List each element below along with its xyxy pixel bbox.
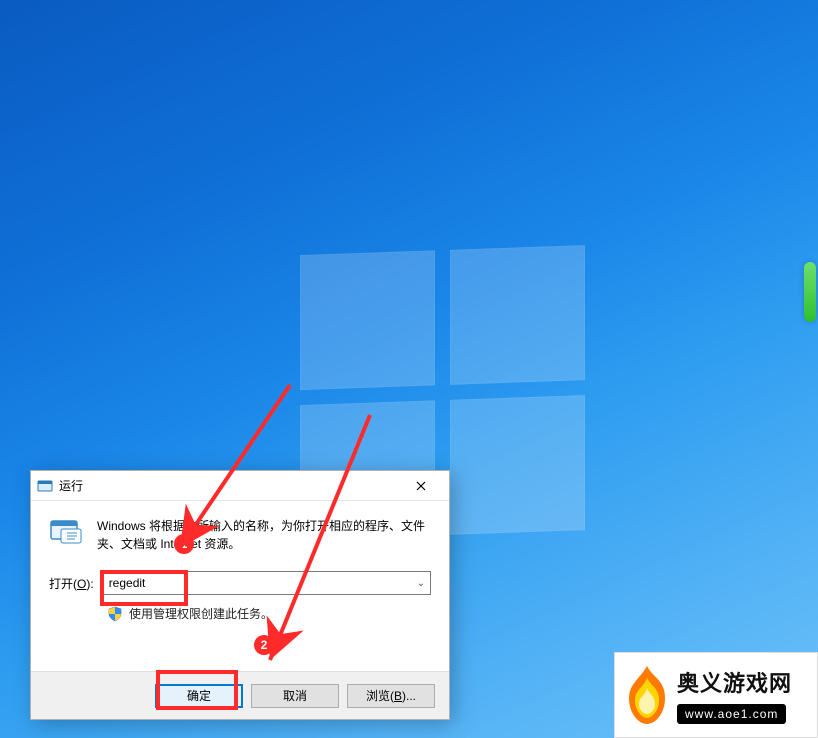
watermark-site-name: 奥义游戏网 [677,666,792,698]
chevron-down-icon[interactable]: ⌄ [412,578,430,589]
run-dialog-icon [37,478,53,494]
volume-indicator [804,262,816,322]
dialog-description: Windows 将根据你所输入的名称，为你打开相应的程序、文件夹、文档或 Int… [97,517,431,553]
windows-desktop: 运行 Windows 将根据你所输入的名称，为你打开相应的程序、文件夹、文档或 [0,0,818,738]
cancel-button[interactable]: 取消 [251,684,339,708]
open-combobox[interactable]: ⌄ [102,571,431,595]
admin-note: 使用管理权限创建此任务。 [129,605,273,622]
dialog-title: 运行 [59,477,399,494]
open-label: 打开(O): [49,575,94,592]
run-dialog: 运行 Windows 将根据你所输入的名称，为你打开相应的程序、文件夹、文档或 [30,470,450,720]
titlebar[interactable]: 运行 [31,471,449,501]
run-program-icon [49,517,83,547]
watermark-site-url: www.aoe1.com [677,704,786,724]
shield-icon [107,606,123,622]
open-input[interactable] [103,572,412,594]
watermark: 奥义游戏网 www.aoe1.com [614,652,818,738]
flame-icon [623,664,671,726]
browse-button[interactable]: 浏览(B)... [347,684,435,708]
dialog-button-row: 确定 取消 浏览(B)... [31,671,449,719]
ok-button[interactable]: 确定 [155,684,243,708]
close-icon [416,481,426,491]
close-button[interactable] [399,472,443,500]
